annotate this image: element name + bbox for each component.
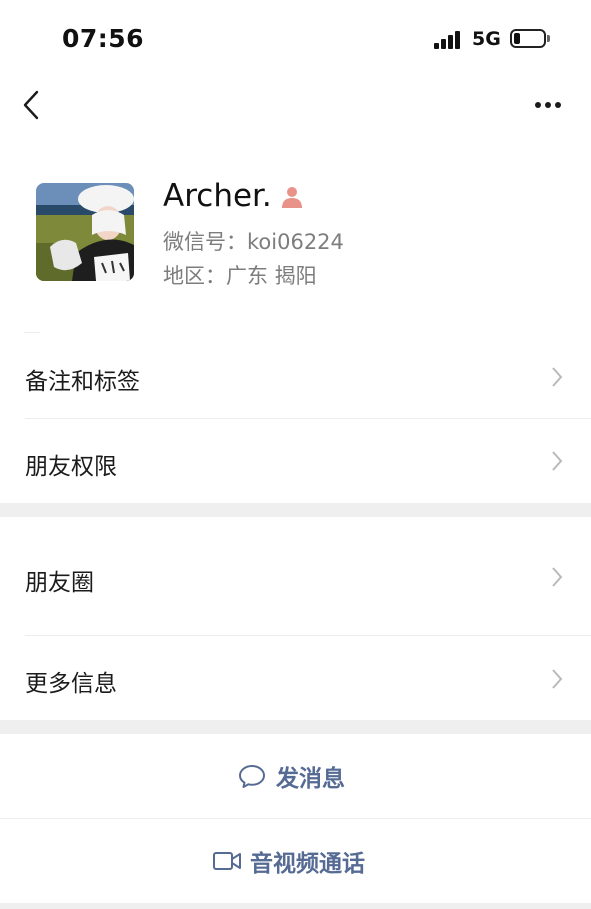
- more-button[interactable]: [530, 90, 566, 120]
- signal-icon: [434, 31, 464, 49]
- chat-bubble-icon: [239, 765, 265, 788]
- send-message-label: 发消息: [276, 766, 345, 792]
- region: 地区：广东 揭阳: [163, 264, 317, 288]
- name-row: Archer.: [163, 176, 272, 216]
- battery-icon: [510, 29, 546, 48]
- profile-name: Archer.: [163, 178, 272, 214]
- friend-permissions-label: 朋友权限: [25, 454, 117, 480]
- remarks-tags-row[interactable]: 备注和标签: [0, 334, 591, 419]
- avatar-image: [36, 183, 134, 281]
- bottom-separator: [0, 903, 591, 909]
- video-call-label: 音视频通话: [250, 851, 365, 877]
- send-message-button[interactable]: 发消息: [0, 734, 591, 818]
- chevron-right-icon: [552, 669, 563, 689]
- avatar[interactable]: [36, 183, 134, 281]
- moments-label: 朋友圈: [25, 570, 94, 596]
- more-info-row[interactable]: 更多信息: [0, 636, 591, 720]
- chevron-right-icon: [552, 367, 563, 387]
- ellipsis-icon: [535, 102, 561, 108]
- wechat-id: 微信号：koi06224: [163, 230, 344, 254]
- video-camera-icon: [213, 852, 241, 870]
- chevron-right-icon: [552, 451, 563, 471]
- moments-row[interactable]: 朋友圈: [0, 517, 591, 636]
- status-bar: 07:56 5G: [0, 0, 591, 76]
- chevron-left-icon: [23, 90, 39, 120]
- friend-permissions-row[interactable]: 朋友权限: [0, 419, 591, 503]
- section-separator: [0, 503, 591, 517]
- profile-header: Archer. 微信号：koi06224 地区：广东 揭阳: [0, 150, 591, 333]
- network-type: 5G: [472, 28, 501, 50]
- status-time: 07:56: [62, 24, 145, 53]
- more-info-label: 更多信息: [25, 671, 117, 697]
- video-call-button[interactable]: 音视频通话: [0, 819, 591, 903]
- female-user-icon: [282, 187, 302, 208]
- back-button[interactable]: [18, 86, 48, 124]
- chevron-right-icon: [552, 567, 563, 587]
- remarks-tags-label: 备注和标签: [25, 369, 140, 395]
- section-separator: [0, 720, 591, 734]
